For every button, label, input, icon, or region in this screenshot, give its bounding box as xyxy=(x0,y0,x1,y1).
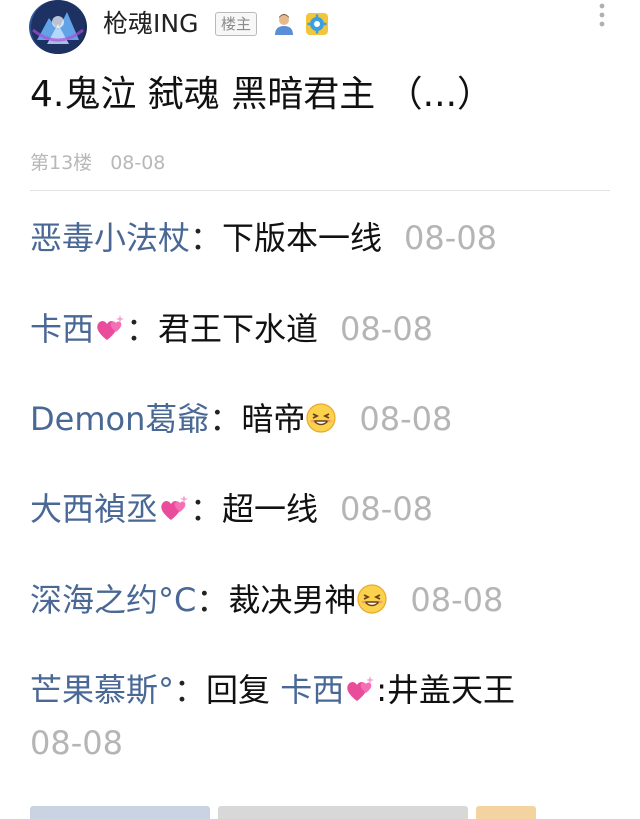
reply-time: 08-08 xyxy=(340,310,434,348)
reply-author[interactable]: 深海之约°C xyxy=(30,581,196,619)
gear-badge-icon xyxy=(305,12,329,36)
reply-colon: ： xyxy=(196,581,229,619)
reply-author[interactable]: Demon葛爺 xyxy=(30,400,209,438)
op-badge: 楼主 xyxy=(215,12,258,36)
reply-item[interactable]: 深海之约°C：裁决男神 08-08 xyxy=(30,580,503,620)
reply-colon: ： xyxy=(209,400,242,438)
post-date: 08-08 xyxy=(110,152,166,174)
reply-author[interactable]: 恶毒小法杖 xyxy=(30,219,190,257)
more-options-icon[interactable] xyxy=(594,2,610,28)
reply-item[interactable]: Demon葛爺：暗帝 08-08 xyxy=(30,399,452,439)
reply-content: :井盖天王 xyxy=(376,671,516,709)
reply-content: 暗帝 xyxy=(241,400,306,438)
truncated-author-fragment xyxy=(30,806,210,819)
reply-author[interactable]: 卡西 xyxy=(30,310,94,348)
sparkling-heart-icon xyxy=(94,312,126,344)
floor-number: 第13楼 xyxy=(30,152,93,174)
reply-time: 08-08 xyxy=(359,400,453,438)
reply-target-user[interactable]: 卡西 xyxy=(280,671,344,709)
reply-colon: ： xyxy=(174,671,207,709)
reply-prefix: 回复 xyxy=(206,671,281,709)
reply-time: 08-08 xyxy=(340,490,434,528)
reply-time: 08-08 xyxy=(404,219,498,257)
avatar-image xyxy=(31,0,85,54)
reply-time: 08-08 xyxy=(410,581,504,619)
reply-colon: ： xyxy=(126,310,159,348)
floor-meta: 第13楼 08-08 xyxy=(30,150,165,176)
reply-colon: ： xyxy=(190,219,223,257)
user-level-icon xyxy=(272,12,296,36)
reply-time: 08-08 xyxy=(30,724,123,762)
truncated-reply-item xyxy=(30,806,590,819)
user-avatar[interactable] xyxy=(29,0,87,54)
reply-item[interactable]: 大西禎丞 ：超一线 08-08 xyxy=(30,489,433,529)
post-content: 4.鬼泣 弑魂 黑暗君主 （...） xyxy=(30,74,494,115)
sparkling-heart-icon xyxy=(158,492,190,524)
truncated-emoji-fragment xyxy=(476,806,536,819)
reply-content: 下版本一线 xyxy=(222,219,383,257)
reply-content: 君王下水道 xyxy=(158,310,319,348)
reply-content: 超一线 xyxy=(222,490,319,528)
reply-colon: ： xyxy=(190,490,223,528)
reply-item[interactable]: 芒果慕斯°：回复 卡西 :井盖天王 xyxy=(30,670,515,710)
grinning-squint-icon xyxy=(356,583,388,615)
reply-item[interactable]: 卡西 ：君王下水道 08-08 xyxy=(30,309,433,349)
reply-author[interactable]: 大西禎丞 xyxy=(30,490,158,528)
divider xyxy=(30,190,610,191)
post-header: 枪魂ING 楼主 xyxy=(0,0,640,60)
reply-content: 裁决男神 xyxy=(228,581,357,619)
reply-author[interactable]: 芒果慕斯° xyxy=(30,671,174,709)
grinning-squint-icon xyxy=(305,402,337,434)
reply-item[interactable]: 恶毒小法杖：下版本一线 08-08 xyxy=(30,218,497,258)
username[interactable]: 枪魂ING xyxy=(103,8,198,40)
sparkling-heart-icon xyxy=(344,673,376,705)
truncated-content-fragment xyxy=(218,806,468,819)
